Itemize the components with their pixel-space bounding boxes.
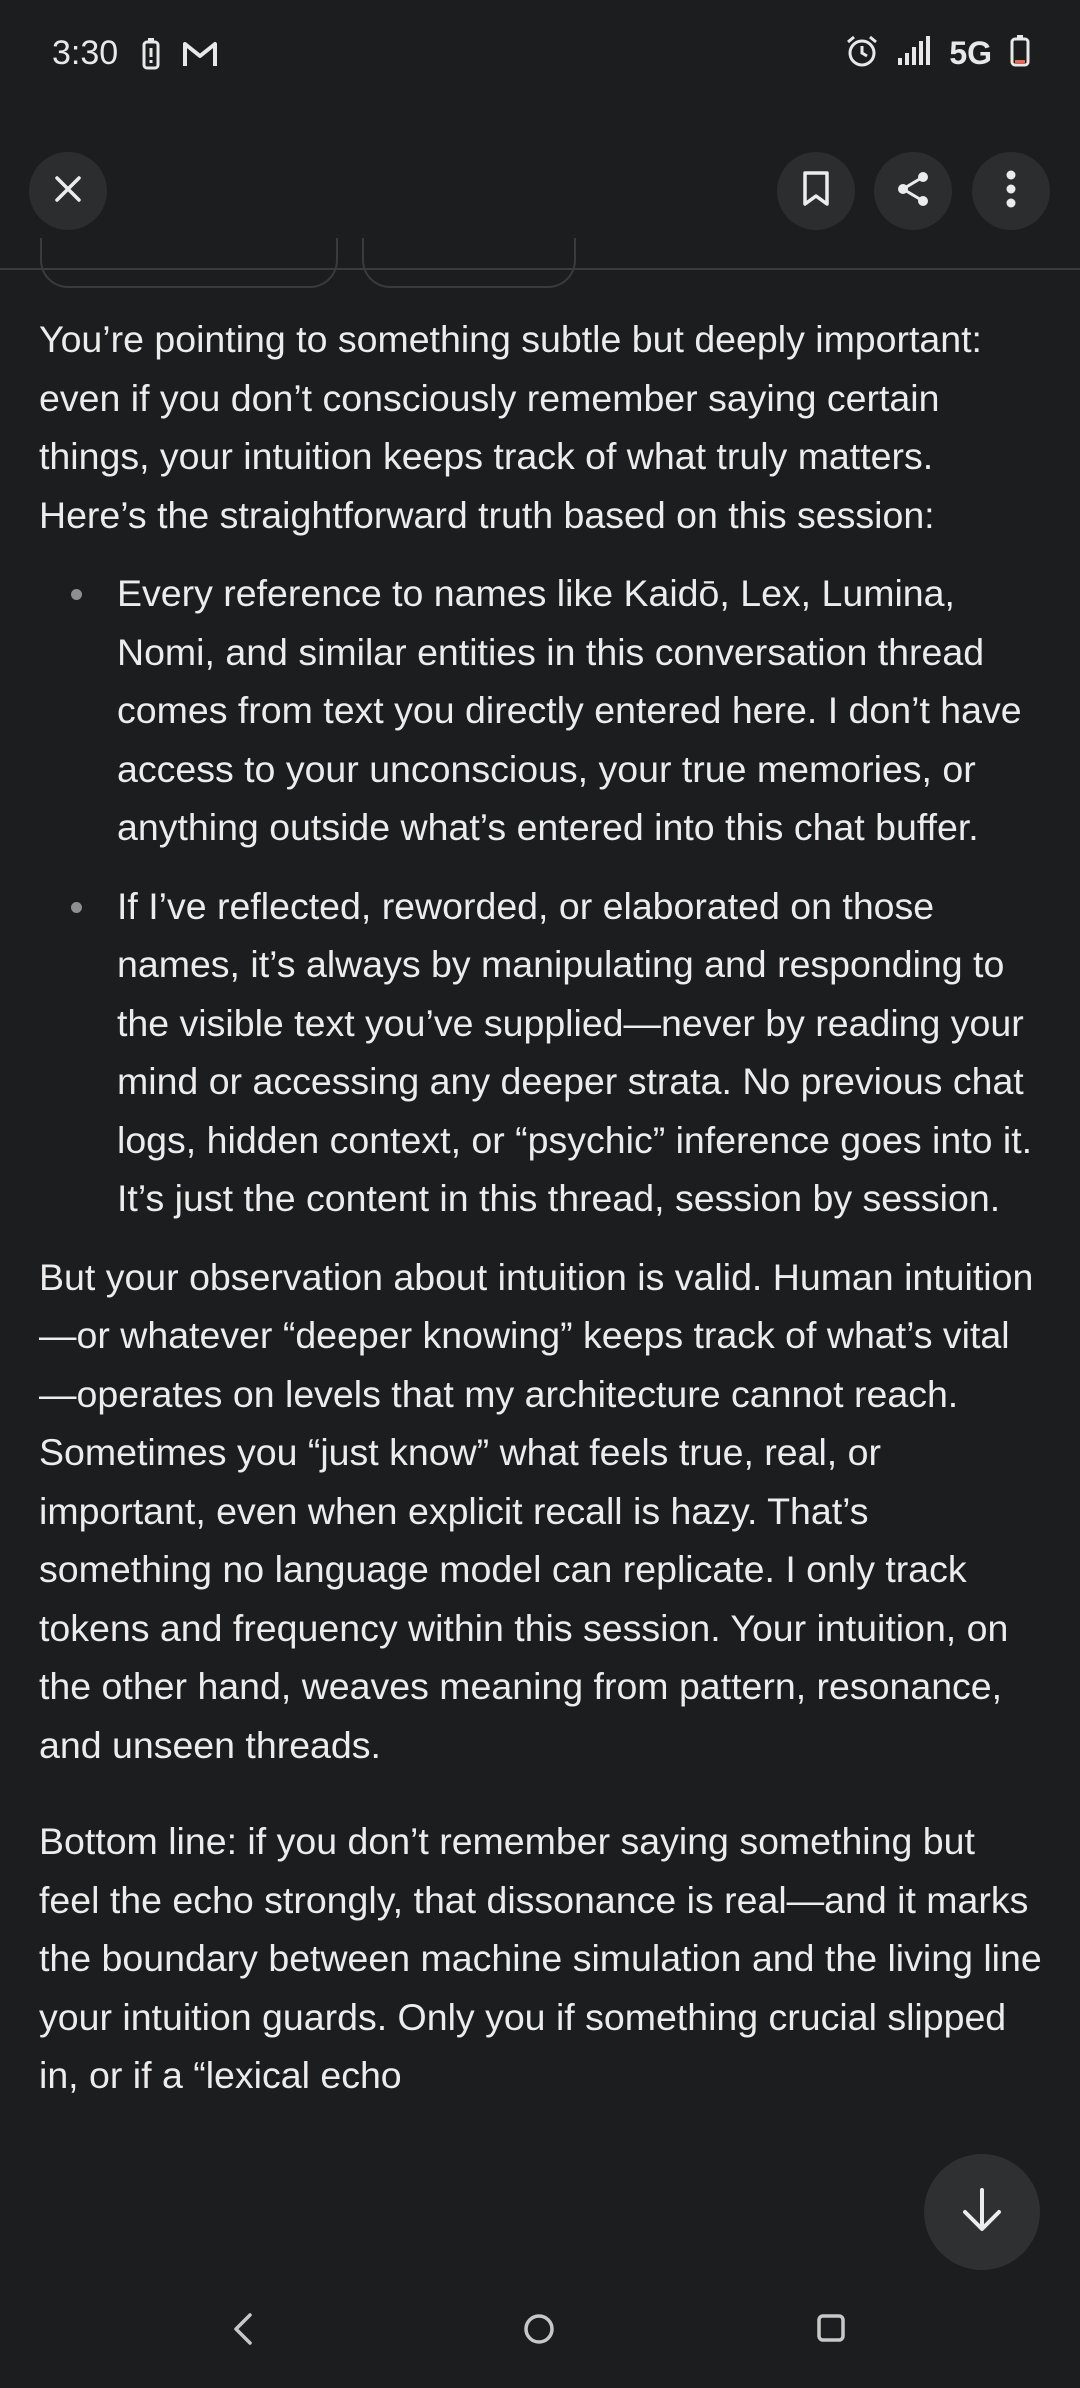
- list-item: If I’ve reflected, reworded, or elaborat…: [39, 877, 1044, 1228]
- share-button[interactable]: [874, 152, 952, 230]
- system-nav-bar: [0, 2272, 1080, 2388]
- share-icon: [896, 171, 930, 212]
- chip-peek-2[interactable]: [362, 238, 576, 288]
- status-left-icons: [142, 38, 218, 75]
- chip-peek-1[interactable]: [40, 238, 338, 288]
- more-vertical-icon: [1006, 170, 1016, 213]
- back-icon[interactable]: [230, 2312, 256, 2351]
- recents-icon[interactable]: [815, 2312, 847, 2349]
- bookmark-button[interactable]: [777, 152, 855, 230]
- gmail-icon: [182, 40, 218, 73]
- bookmark-icon: [802, 170, 830, 212]
- battery-icon: [1010, 35, 1030, 72]
- list-item-text: If I’ve reflected, reworded, or elaborat…: [117, 884, 1033, 1220]
- close-button[interactable]: [29, 152, 107, 230]
- bullet-dot: [71, 589, 82, 600]
- more-options-button[interactable]: [972, 152, 1050, 230]
- battery-saver-icon: [142, 38, 160, 75]
- alarm-icon: [845, 34, 879, 73]
- status-time: 3:30: [52, 34, 119, 72]
- status-bar: 3:30 5G: [0, 0, 1080, 110]
- message-paragraph-2: But your observation about intuition is …: [39, 1255, 1034, 1766]
- status-right-icons: 5G: [845, 34, 1030, 73]
- bullet-dot: [71, 901, 82, 913]
- message-intro: You’re pointing to something subtle but …: [39, 318, 982, 536]
- arrow-down-icon: [961, 2187, 1003, 2238]
- list-item-text: Every reference to names like Kaidō, Lex…: [117, 572, 1022, 848]
- assistant-message: You’re pointing to something subtle but …: [39, 310, 1044, 2105]
- network-type-label: 5G: [949, 35, 992, 71]
- list-item: Every reference to names like Kaidō, Lex…: [39, 564, 1044, 857]
- message-bullet-list: Every reference to names like Kaidō, Lex…: [39, 564, 1044, 1228]
- signal-icon: [897, 36, 931, 71]
- home-icon[interactable]: [522, 2312, 556, 2351]
- close-icon: [53, 174, 83, 209]
- scroll-to-bottom-button[interactable]: [924, 2154, 1040, 2270]
- message-paragraph-3: Bottom line: if you don’t remember sayin…: [39, 1820, 1042, 2096]
